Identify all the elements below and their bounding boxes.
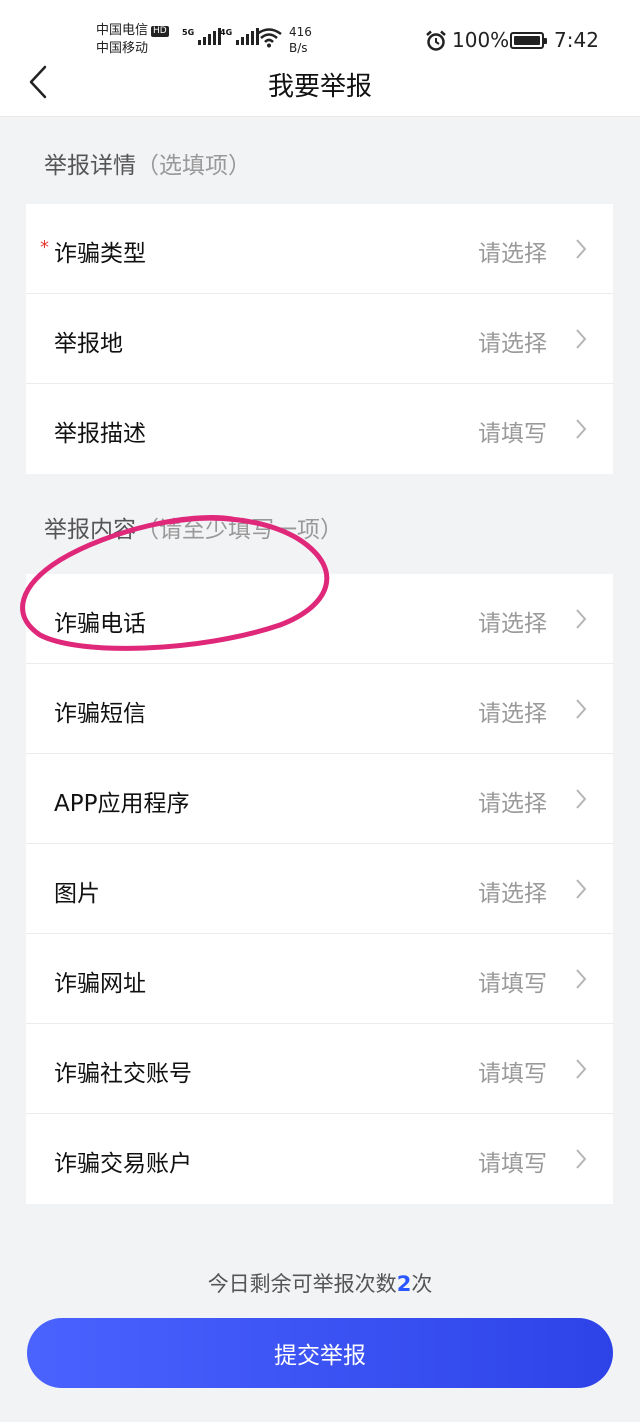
remaining-prefix: 今日剩余可举报次数 [207,1272,397,1296]
row-value: 请选择 [478,331,547,357]
row-label: 举报地 [54,331,123,357]
row-value: 请填写 [478,421,547,447]
chevron-right-icon [576,879,587,899]
network-speed: 416 B/s [289,25,312,55]
signal-4g-icon: 4G [220,28,260,45]
row-fraud-type[interactable]: * 诈骗类型 请选择 [26,204,613,294]
chevron-right-icon [576,329,587,349]
row-label: 图片 [54,881,100,907]
row-label: APP应用程序 [54,791,190,817]
row-label: 诈骗社交账号 [54,1061,192,1087]
content-card: 诈骗电话 请选择 诈骗短信 请选择 APP应用程序 请选择 图片 请选择 诈骗网… [26,574,613,1204]
row-label: 举报描述 [54,421,146,447]
chevron-right-icon [576,1149,587,1169]
row-value: 请填写 [478,971,547,997]
chevron-right-icon [576,239,587,259]
section-hint: （选填项） [136,153,251,179]
row-label: 诈骗网址 [54,971,146,997]
clock: 7:42 [554,28,599,52]
row-label: 诈骗短信 [54,701,146,727]
row-value: 请选择 [478,611,547,637]
section-header-content: 举报内容（请至少填写一项） [44,510,343,544]
chevron-right-icon [576,609,587,629]
remaining-reports-text: 今日剩余可举报次数2次 [0,1268,640,1298]
row-value: 请填写 [478,1151,547,1177]
row-fraud-phone[interactable]: 诈骗电话 请选择 [26,574,613,664]
nav-bar: 我要举报 [0,60,640,117]
chevron-right-icon [576,789,587,809]
section-hint: （请至少填写一项） [136,517,343,543]
status-bar: 中国电信 HD 中国移动 5G 4G 416 B/s 100% 7:42 [0,0,640,60]
row-label: 诈骗类型 [54,241,146,267]
chevron-right-icon [576,419,587,439]
battery-icon [510,32,547,49]
row-fraud-trade-account[interactable]: 诈骗交易账户 请填写 [26,1114,613,1204]
carrier-2: 中国移动 [96,41,149,56]
row-fraud-social-account[interactable]: 诈骗社交账号 请填写 [26,1024,613,1114]
section-header-details: 举报详情（选填项） [44,146,251,180]
section-title: 举报内容 [44,517,136,543]
row-report-location[interactable]: 举报地 请选择 [26,294,613,384]
row-value: 请填写 [478,1061,547,1087]
chevron-right-icon [576,969,587,989]
chevron-right-icon [576,1059,587,1079]
wifi-icon [256,28,282,48]
battery-percent: 100% [452,28,510,52]
chevron-right-icon [576,699,587,719]
row-value: 请选择 [478,881,547,907]
row-fraud-url[interactable]: 诈骗网址 请填写 [26,934,613,1024]
remaining-suffix: 次 [411,1272,433,1296]
row-report-description[interactable]: 举报描述 请填写 [26,384,613,474]
row-label: 诈骗交易账户 [54,1151,192,1177]
hd-badge: HD [151,26,169,37]
row-value: 请选择 [478,701,547,727]
row-value: 请选择 [478,791,547,817]
carrier-info: 中国电信 HD 中国移动 [96,22,169,58]
submit-report-button[interactable]: 提交举报 [27,1318,613,1388]
row-label: 诈骗电话 [54,611,146,637]
section-title: 举报详情 [44,153,136,179]
alarm-icon [426,30,446,51]
row-app[interactable]: APP应用程序 请选择 [26,754,613,844]
required-mark: * [40,237,49,258]
signal-5g-icon: 5G [182,28,222,45]
row-value: 请选择 [478,241,547,267]
details-card: * 诈骗类型 请选择 举报地 请选择 举报描述 请填写 [26,204,613,474]
remaining-count: 2 [396,1272,412,1296]
carrier-1: 中国电信 [96,23,149,38]
row-image[interactable]: 图片 请选择 [26,844,613,934]
row-fraud-sms[interactable]: 诈骗短信 请选择 [26,664,613,754]
page-title: 我要举报 [267,72,372,102]
